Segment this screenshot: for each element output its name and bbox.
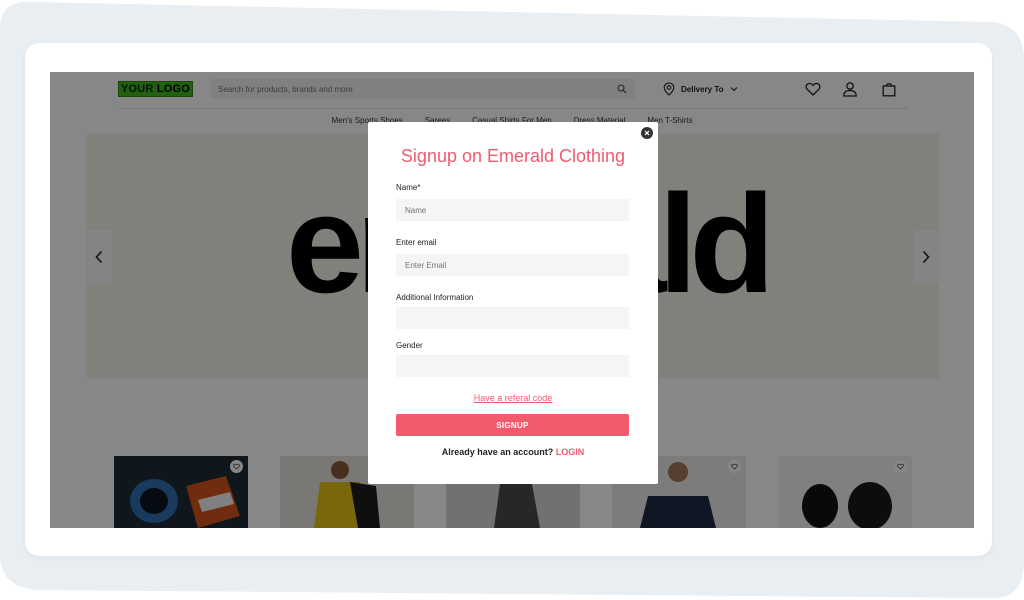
email-field[interactable]	[396, 254, 629, 276]
gender-field[interactable]	[396, 355, 629, 377]
email-label: Enter email	[396, 238, 437, 247]
app-screen: YOUR LOGO Delivery To	[50, 72, 974, 528]
signup-modal: Signup on Emerald Clothing Name* Enter e…	[368, 122, 658, 484]
referral-code-link[interactable]: Have a referal code	[368, 393, 658, 403]
gender-label: Gender	[396, 341, 423, 350]
additional-info-label: Additional Information	[396, 293, 474, 302]
signup-button[interactable]: SIGNUP	[396, 414, 629, 436]
name-field[interactable]	[396, 199, 629, 221]
additional-info-field[interactable]	[396, 307, 629, 329]
login-prompt-text: Already have an account?	[441, 447, 554, 457]
close-modal-button[interactable]	[641, 127, 653, 139]
login-prompt: Already have an account? LOGIN	[368, 447, 658, 457]
modal-title: Signup on Emerald Clothing	[400, 146, 626, 166]
login-link[interactable]: LOGIN	[556, 447, 585, 457]
name-label: Name*	[396, 183, 421, 192]
close-icon	[644, 130, 650, 136]
